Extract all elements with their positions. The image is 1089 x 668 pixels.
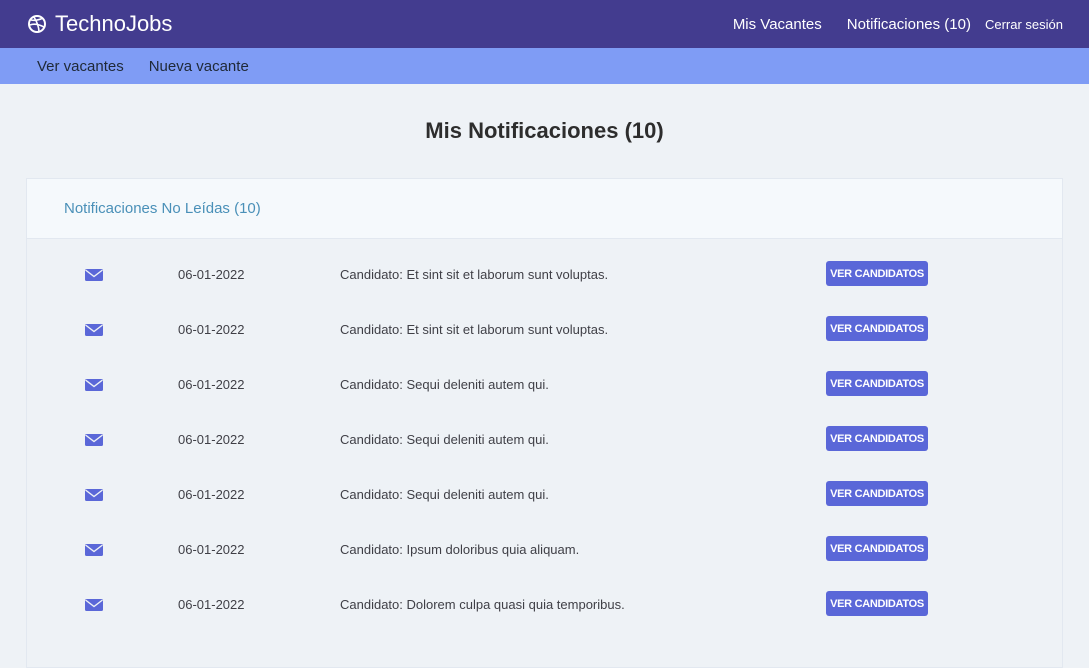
ver-candidatos-button[interactable]: VER CANDIDATOS <box>826 371 928 396</box>
top-navbar: TechnoJobs Mis Vacantes Notificaciones (… <box>0 0 1089 48</box>
notifications-list: 06-01-2022 Candidato: Et sint sit et lab… <box>27 239 1062 646</box>
nav-mis-vacantes-link[interactable]: Mis Vacantes <box>733 16 822 33</box>
notification-row: 06-01-2022 Candidato: Dolorem culpa quas… <box>27 591 1062 646</box>
logout-link[interactable]: Cerrar sesión <box>985 17 1063 32</box>
notification-row: 06-01-2022 Candidato: Ipsum doloribus qu… <box>27 536 1062 591</box>
dribbble-globe-icon <box>27 14 47 34</box>
notification-message: Candidato: Dolorem culpa quasi quia temp… <box>340 597 625 612</box>
envelope-icon <box>84 322 104 338</box>
notification-row: 06-01-2022 Candidato: Et sint sit et lab… <box>27 316 1062 371</box>
notification-date: 06-01-2022 <box>178 322 245 337</box>
notification-date: 06-01-2022 <box>178 377 245 392</box>
envelope-icon <box>84 432 104 448</box>
ver-candidatos-button[interactable]: VER CANDIDATOS <box>826 316 928 341</box>
notification-message: Candidato: Sequi deleniti autem qui. <box>340 432 549 447</box>
panel-header: Notificaciones No Leídas (10) <box>27 179 1062 239</box>
ver-candidatos-button[interactable]: VER CANDIDATOS <box>826 426 928 451</box>
top-nav-links: Mis Vacantes Notificaciones (10) Cerrar … <box>733 16 1063 33</box>
notification-date: 06-01-2022 <box>178 597 245 612</box>
notification-message: Candidato: Sequi deleniti autem qui. <box>340 377 549 392</box>
notification-date: 06-01-2022 <box>178 487 245 502</box>
notification-row: 06-01-2022 Candidato: Sequi deleniti aut… <box>27 426 1062 481</box>
envelope-icon <box>84 487 104 503</box>
notification-row: 06-01-2022 Candidato: Sequi deleniti aut… <box>27 371 1062 426</box>
notification-date: 06-01-2022 <box>178 432 245 447</box>
envelope-icon <box>84 267 104 283</box>
notifications-panel: Notificaciones No Leídas (10) 06-01-2022… <box>26 178 1063 668</box>
nueva-vacante-link[interactable]: Nueva vacante <box>149 58 249 75</box>
ver-vacantes-link[interactable]: Ver vacantes <box>37 58 124 75</box>
ver-candidatos-button[interactable]: VER CANDIDATOS <box>826 261 928 286</box>
ver-candidatos-button[interactable]: VER CANDIDATOS <box>826 536 928 561</box>
secondary-navbar: Ver vacantes Nueva vacante <box>0 48 1089 84</box>
ver-candidatos-button[interactable]: VER CANDIDATOS <box>826 481 928 506</box>
page-title: Mis Notificaciones (10) <box>425 118 664 143</box>
notification-date: 06-01-2022 <box>178 267 245 282</box>
notification-message: Candidato: Et sint sit et laborum sunt v… <box>340 267 609 282</box>
notification-row: 06-01-2022 Candidato: Sequi deleniti aut… <box>27 481 1062 536</box>
envelope-icon <box>84 597 104 613</box>
ver-candidatos-button[interactable]: VER CANDIDATOS <box>826 591 928 616</box>
brand-name: TechnoJobs <box>55 11 173 36</box>
notification-message: Candidato: Et sint sit et laborum sunt v… <box>340 322 609 337</box>
notification-message: Candidato: Sequi deleniti autem qui. <box>340 487 549 502</box>
notification-message: Candidato: Ipsum doloribus quia aliquam. <box>340 542 580 557</box>
brand-link[interactable]: TechnoJobs <box>27 11 172 37</box>
notification-date: 06-01-2022 <box>178 542 245 557</box>
nav-notificaciones-link[interactable]: Notificaciones (10) <box>847 16 971 33</box>
envelope-icon <box>84 542 104 558</box>
notification-row: 06-01-2022 Candidato: Et sint sit et lab… <box>27 261 1062 316</box>
envelope-icon <box>84 377 104 393</box>
